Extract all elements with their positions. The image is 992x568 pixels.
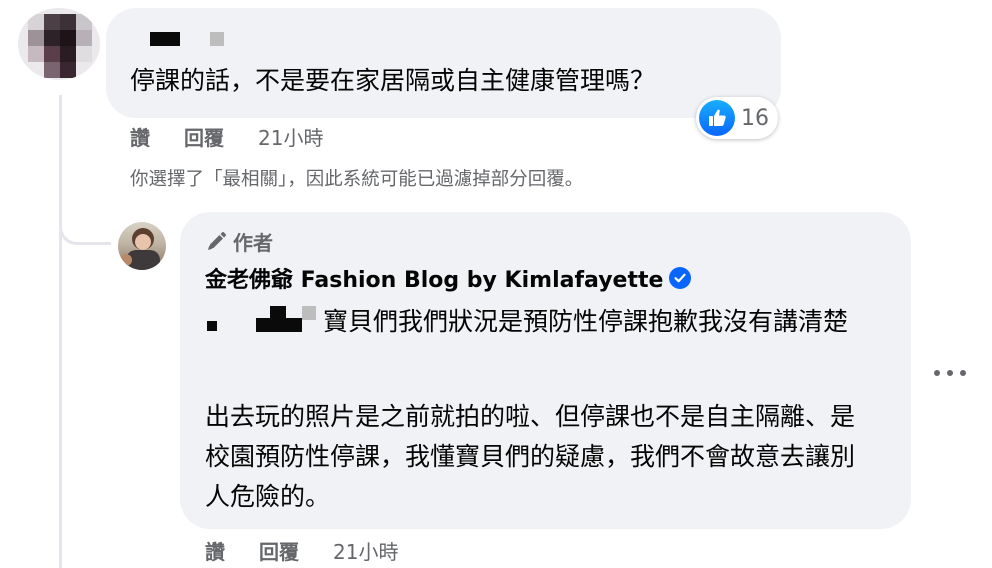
author-name[interactable]: 金老佛爺 Fashion Blog by Kimlafayette bbox=[205, 262, 663, 294]
reply-button[interactable]: 回覆 bbox=[259, 536, 299, 565]
timestamp[interactable]: 21小時 bbox=[333, 536, 398, 565]
comment-text: 停課的話，不是要在家居隔或自主健康管理嗎？ bbox=[130, 66, 656, 95]
redacted-name bbox=[210, 32, 224, 46]
verified-badge-icon bbox=[669, 267, 692, 289]
redacted-name bbox=[150, 32, 180, 46]
filter-note: 你選擇了「最相關」，因此系統可能已過濾掉部分回覆。 bbox=[130, 169, 584, 190]
reply-text-line1: 寶貝們我們狀況是預防性停課抱歉我沒有講清楚 bbox=[323, 307, 849, 336]
reply-actions: 讚 回覆 21小時 bbox=[205, 536, 398, 565]
like-icon bbox=[699, 100, 735, 136]
reply-text-paragraph: 出去玩的照片是之前就拍的啦、但停課也不是自主隔離、是校園預防性停課，我懂寶貝們的… bbox=[205, 402, 856, 511]
thread-line bbox=[59, 95, 62, 568]
reaction-summary[interactable]: 16 bbox=[696, 97, 778, 139]
timestamp[interactable]: 21小時 bbox=[258, 122, 323, 151]
pencil-icon bbox=[205, 231, 227, 253]
reply-button[interactable]: 回覆 bbox=[184, 122, 224, 151]
author-avatar[interactable] bbox=[118, 222, 166, 270]
author-badge: 作者 bbox=[205, 227, 273, 256]
comment-actions: 讚 回覆 21小時 bbox=[130, 122, 323, 151]
author-badge-label: 作者 bbox=[233, 231, 273, 255]
commenter-avatar[interactable] bbox=[18, 8, 100, 80]
more-options-icon[interactable] bbox=[934, 361, 966, 385]
like-button[interactable]: 讚 bbox=[130, 122, 150, 151]
thread-elbow bbox=[59, 200, 111, 245]
like-button[interactable]: 讚 bbox=[205, 536, 225, 565]
author-name-row: 金老佛爺 Fashion Blog by Kimlafayette bbox=[205, 262, 692, 294]
reaction-count: 16 bbox=[741, 105, 769, 131]
